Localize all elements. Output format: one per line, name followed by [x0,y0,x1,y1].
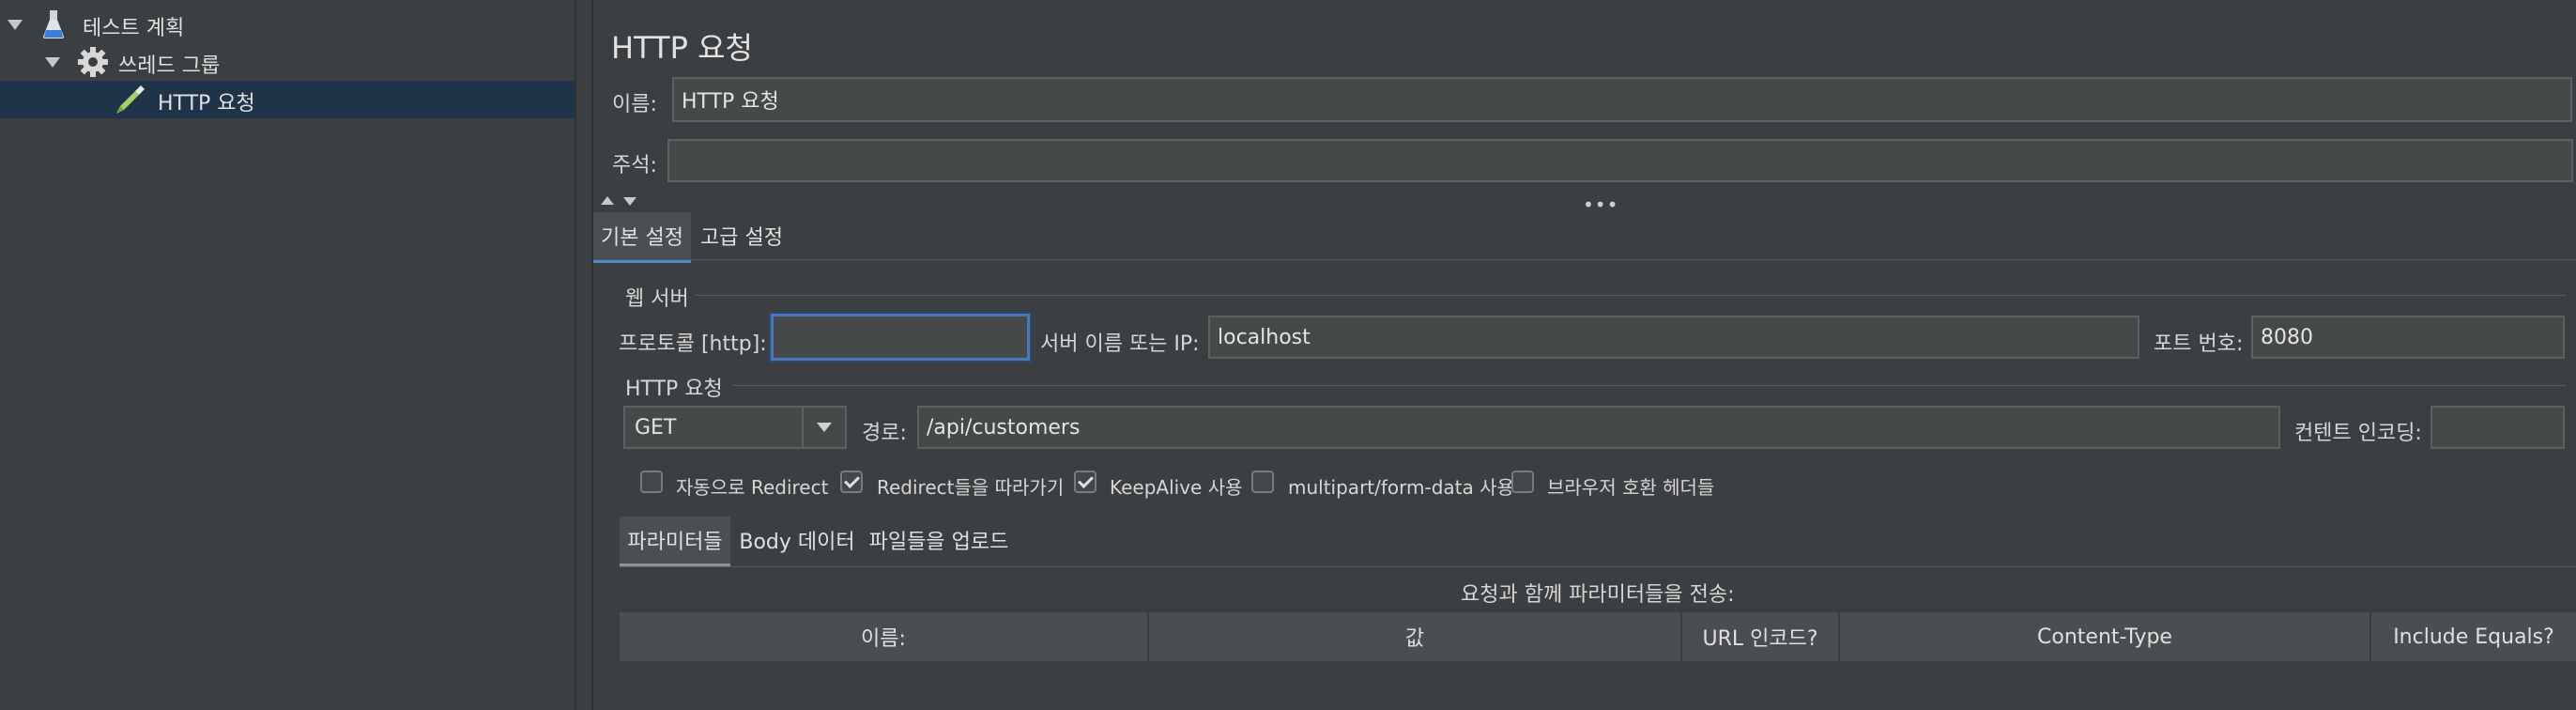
port-field[interactable]: 8080 [2251,316,2565,359]
tree-item-label: HTTP 요청 [158,92,255,116]
chevron-down-icon [817,423,832,432]
dropdown-arrow-button[interactable] [802,408,845,447]
path-label: 경로: [862,422,907,445]
panel-splitter-edge [591,0,593,710]
method-select[interactable]: GET [623,406,847,449]
content-encoding-field[interactable] [2430,406,2565,449]
port-label: 포트 번호: [2154,332,2244,356]
tree-item-thread-group[interactable]: 쓰레드 그룹 [0,43,575,81]
tab-basic[interactable]: 기본 설정 [593,212,691,263]
tab-files-upload[interactable]: 파일들을 업로드 [864,517,1014,563]
column-header-value[interactable]: 값 [1149,612,1682,661]
group-divider [695,295,2567,296]
protocol-field[interactable] [771,314,1030,361]
divider-handle-icon[interactable]: ••• [1583,193,1618,216]
browser-headers-checkbox[interactable] [1511,471,1534,493]
column-header-name[interactable]: 이름: [620,612,1149,661]
keepalive-label: KeepAlive 사용 [1110,476,1243,499]
flask-icon [43,10,64,39]
column-header-include-equals[interactable]: Include Equals? [2371,612,2576,661]
tabs-divider [593,259,2576,260]
tree-item-http-request[interactable]: HTTP 요청 [0,81,575,118]
tree-item-label: 테스트 계획 [83,17,185,40]
page-title: HTTP 요청 [611,30,753,66]
content-encoding-label: 컨텐트 인코딩: [2294,422,2422,445]
tree-item-test-plan[interactable]: 테스트 계획 [0,6,575,43]
follow-redirects-label: Redirect들을 따라가기 [877,476,1065,499]
comment-field[interactable] [667,139,2573,182]
collapse-arrow-icon[interactable] [45,57,60,68]
column-header-content-type[interactable]: Content-Type [1840,612,2371,661]
collapse-arrow-icon[interactable] [8,20,23,30]
web-server-group-label: 웹 서버 [625,287,689,311]
name-field[interactable]: HTTP 요청 [672,77,2572,122]
method-select-value: GET [635,415,677,440]
name-label: 이름: [612,93,657,116]
pipette-icon [116,85,145,114]
http-request-group-label: HTTP 요청 [625,378,723,401]
browser-headers-label: 브라우저 호환 헤더들 [1547,476,1715,499]
tree-item-label: 쓰레드 그룹 [118,54,221,78]
multipart-checkbox[interactable] [1251,471,1274,493]
server-name-label: 서버 이름 또는 IP: [1040,332,1200,356]
tab-body-data[interactable]: Body 데이터 [736,517,858,563]
protocol-label: 프로토콜 [http]: [619,332,767,356]
tab-advanced[interactable]: 고급 설정 [695,212,789,259]
subtabs-divider [620,566,2576,567]
server-name-field[interactable]: localhost [1208,316,2139,359]
keepalive-checkbox[interactable] [1074,471,1096,493]
gear-icon [78,47,108,77]
test-plan-tree[interactable]: 테스트 계획 쓰레드 그룹 HTTP 요청 [0,0,575,710]
group-divider [732,385,2567,386]
params-caption: 요청과 함께 파라미터들을 전송: [1461,583,1735,607]
comment-label: 주석: [612,154,657,178]
follow-redirects-checkbox[interactable] [840,471,863,493]
column-header-url-encode[interactable]: URL 인코드? [1682,612,1840,661]
path-field[interactable]: /api/customers [917,406,2280,449]
auto-redirect-checkbox[interactable] [640,471,663,493]
expand-up-arrow-icon[interactable] [601,196,614,205]
multipart-label: multipart/form-data 사용 [1288,476,1514,499]
tab-parameters[interactable]: 파라미터들 [620,517,730,567]
panel-splitter[interactable] [575,0,576,710]
collapse-down-arrow-icon[interactable] [623,197,636,206]
auto-redirect-label: 자동으로 Redirect [676,476,829,499]
